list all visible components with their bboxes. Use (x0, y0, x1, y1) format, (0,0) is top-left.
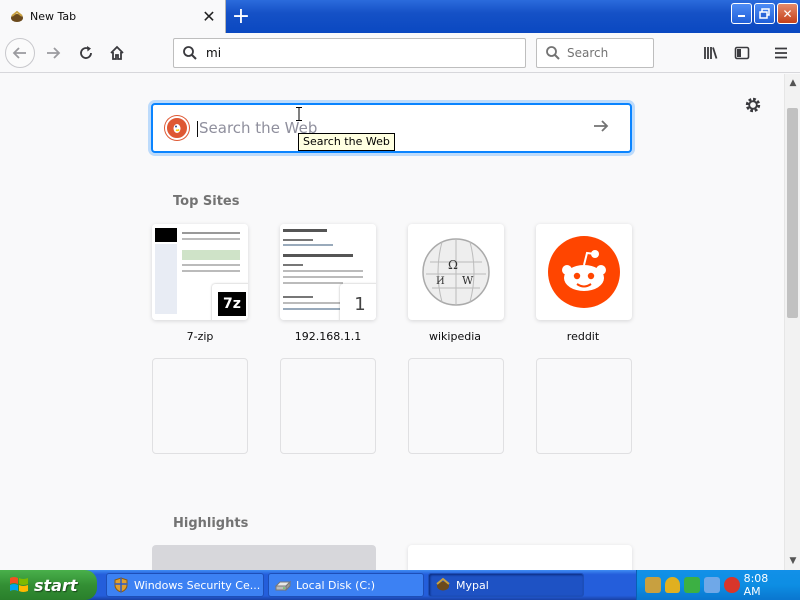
taskbar-item-label: Windows Security Ce... (134, 578, 261, 592)
web-search-input[interactable]: Search the Web (199, 119, 592, 137)
drive-icon (274, 577, 292, 593)
highlights-heading: Highlights (173, 516, 249, 531)
hamburger-menu-icon (775, 47, 787, 59)
minimize-button[interactable] (731, 3, 752, 24)
sidebar-icon (734, 46, 750, 60)
close-window-button[interactable]: ✕ (777, 3, 798, 24)
taskbar-item-local-disk[interactable]: Local Disk (C:) (268, 573, 424, 597)
top-site-label: reddit (566, 330, 600, 343)
restore-button[interactable] (754, 3, 775, 24)
empty-top-site-slot[interactable] (280, 358, 376, 454)
search-submit-arrow-icon[interactable] (592, 116, 622, 140)
back-button[interactable] (5, 38, 35, 68)
mypal-favicon-icon (10, 10, 24, 24)
new-tab-page: Search the Web Search the Web Top Sites … (0, 74, 784, 570)
url-bar[interactable]: mi (173, 38, 526, 68)
windows-flag-icon (8, 575, 30, 595)
taskbar-item-label: Local Disk (C:) (296, 578, 376, 592)
taskbar-item-security-center[interactable]: Windows Security Ce... (106, 573, 264, 597)
tab-new-tab[interactable]: New Tab ✕ (0, 0, 226, 33)
7zip-icon: 7z (212, 284, 248, 320)
tray-update-icon[interactable] (684, 577, 701, 593)
forward-button[interactable] (38, 38, 68, 68)
library-icon (704, 47, 718, 59)
top-site-reddit[interactable] (536, 224, 632, 320)
back-arrow-icon (12, 47, 26, 59)
scroll-up-arrow-icon[interactable]: ▲ (786, 76, 800, 90)
search-icon (546, 46, 560, 60)
home-icon (110, 45, 124, 60)
reddit-logo-icon (548, 236, 620, 308)
svg-text:W: W (462, 274, 474, 287)
navigation-bar: mi Search (0, 33, 800, 73)
start-label: start (34, 575, 78, 595)
search-bar-placeholder: Search (567, 46, 609, 60)
start-button[interactable]: start (0, 570, 97, 600)
url-input-value[interactable]: mi (206, 46, 221, 60)
empty-top-site-slot[interactable] (408, 358, 504, 454)
highlight-card[interactable] (152, 545, 376, 570)
reload-icon (80, 46, 92, 59)
home-button[interactable] (102, 38, 132, 68)
shield-icon (113, 577, 129, 593)
empty-top-site-slot[interactable] (536, 358, 632, 454)
windows-taskbar: start Windows Security Ce... Local Disk … (0, 570, 800, 600)
system-tray: 8:08 AM (636, 570, 800, 600)
top-site-label: wikipedia (428, 330, 481, 343)
close-tab-icon[interactable]: ✕ (197, 5, 221, 29)
sidebar-button[interactable] (727, 38, 757, 68)
tooltip: Search the Web (298, 133, 395, 151)
menu-button[interactable] (766, 38, 796, 68)
duckduckgo-logo-icon (165, 116, 189, 140)
top-sites-heading: Top Sites (173, 194, 240, 209)
top-site-label: 7-zip (186, 330, 214, 343)
search-icon (183, 46, 197, 60)
reload-button[interactable] (71, 38, 101, 68)
top-site-router[interactable]: 1 (280, 224, 376, 320)
taskbar-item-mypal[interactable]: Mypal (428, 573, 584, 597)
settings-gear-icon[interactable] (744, 96, 762, 114)
top-site-wikipedia[interactable]: Ω W И (408, 224, 504, 320)
title-bar: New Tab ✕ + ✕ (0, 0, 800, 33)
scrollbar-thumb[interactable] (787, 108, 798, 318)
text-caret (197, 121, 198, 137)
tray-shield-icon[interactable] (664, 577, 681, 593)
highlight-card[interactable] (408, 545, 632, 570)
tray-security-alert-icon[interactable] (723, 577, 740, 593)
top-site-label: 192.168.1.1 (294, 330, 362, 343)
new-tab-button[interactable]: + (228, 3, 254, 29)
window-controls: ✕ (731, 3, 798, 24)
scroll-down-arrow-icon[interactable]: ▼ (786, 554, 800, 568)
wikipedia-globe-icon: Ω W И (420, 236, 492, 308)
empty-top-site-slot[interactable] (152, 358, 248, 454)
site-badge-number: 1 (340, 284, 376, 320)
svg-text:Ω: Ω (448, 258, 458, 272)
clock: 8:08 AM (743, 572, 769, 598)
tab-title: New Tab (30, 10, 77, 23)
tray-network-icon[interactable] (704, 577, 720, 593)
library-button[interactable] (696, 38, 726, 68)
svg-text:И: И (436, 276, 445, 287)
tray-app-icon[interactable] (645, 577, 661, 593)
forward-arrow-icon (47, 47, 61, 59)
top-site-7zip[interactable]: 7z (152, 224, 248, 320)
i-beam-cursor-icon (296, 107, 302, 121)
search-bar[interactable]: Search (536, 38, 654, 68)
vertical-scrollbar[interactable]: ▲ ▼ (784, 74, 800, 570)
taskbar-item-label: Mypal (456, 578, 489, 592)
mypal-app-icon (435, 577, 451, 593)
